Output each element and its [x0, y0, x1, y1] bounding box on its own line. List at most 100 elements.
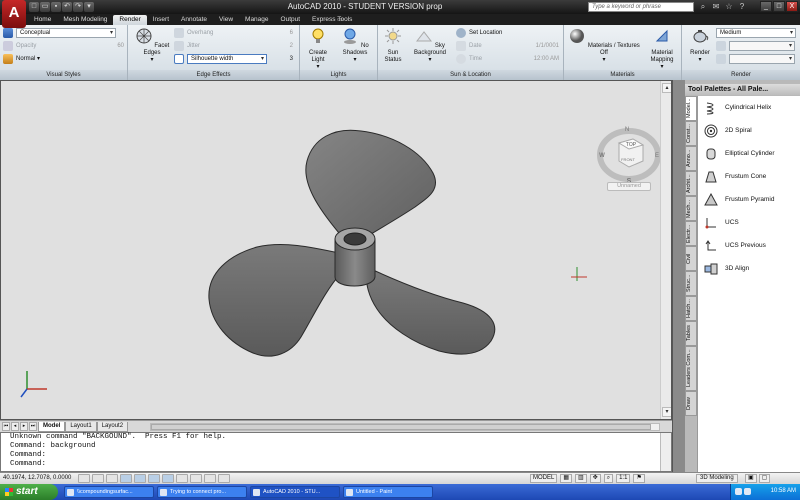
dyn-toggle-icon[interactable]	[190, 474, 202, 483]
annotation-scale-button[interactable]: 1:1	[616, 474, 631, 483]
zoom-icon[interactable]: ⌕	[603, 474, 614, 483]
panel-title[interactable]: Visual Styles	[0, 70, 127, 80]
render-window-icon[interactable]	[716, 53, 726, 64]
pan-icon[interactable]: ✥	[589, 474, 601, 483]
compass-west[interactable]: W	[599, 153, 605, 159]
create-light-button[interactable]: Create Light ▾	[302, 27, 334, 71]
3d-osnap-toggle-icon[interactable]	[148, 474, 160, 483]
workspace-switching-dropdown[interactable]: 3D Modeling	[696, 474, 738, 483]
first-layout-icon[interactable]: ⏮	[2, 422, 10, 431]
palette-tab-constraints[interactable]: Const...	[685, 121, 697, 146]
tab-render[interactable]: Render	[113, 15, 147, 25]
tool-ucs[interactable]: UCS	[698, 211, 800, 234]
tool-2d-spiral[interactable]: 2D Spiral	[698, 119, 800, 142]
panel-title[interactable]: Sun & Location	[378, 70, 563, 80]
tab-manage[interactable]: Manage	[239, 15, 275, 25]
scroll-up-icon[interactable]: ▴	[662, 83, 671, 93]
favorites-icon[interactable]: ☆	[724, 2, 734, 12]
material-mapping-button[interactable]: Material Mapping ▾	[644, 27, 680, 71]
minimize-button[interactable]: _	[760, 1, 772, 12]
osnap-toggle-icon[interactable]	[134, 474, 146, 483]
otrack-toggle-icon[interactable]	[162, 474, 174, 483]
taskbar-item-explorer[interactable]: \\compoundingsurfac...	[64, 486, 154, 498]
command-input[interactable]: Command:	[1, 460, 671, 469]
tab-insert[interactable]: Insert	[147, 15, 175, 25]
palette-tab-modeling[interactable]: Model...	[685, 96, 697, 121]
new-icon[interactable]: □	[29, 2, 39, 12]
silhouette-width-field[interactable]: Silhouette width	[187, 53, 267, 64]
sky-background-button[interactable]: Sky Background ▾	[406, 27, 454, 64]
viewcube-widget[interactable]: TOP FRONT N W E S	[597, 121, 661, 185]
drawing-viewport[interactable]: TOP FRONT N W E S Unnamed ▴ ▾	[0, 80, 672, 420]
date-value[interactable]: 1/1/0001	[536, 43, 559, 49]
lock-icon[interactable]: ▣	[745, 474, 757, 483]
polar-toggle-icon[interactable]	[120, 474, 132, 483]
start-button[interactable]: start	[0, 484, 58, 500]
search-input[interactable]: Type a keyword or phrase	[588, 2, 694, 12]
save-icon[interactable]: ▪	[51, 2, 61, 12]
panel-title[interactable]: Render	[682, 70, 800, 80]
lineweight-toggle-icon[interactable]	[204, 474, 216, 483]
tab-home[interactable]: Home	[28, 15, 57, 25]
palette-tab-annotation[interactable]: Anno...	[685, 146, 697, 171]
render-preset-field[interactable]	[729, 40, 795, 51]
palette-tab-architectural[interactable]: Archit...	[685, 171, 697, 196]
search-icon[interactable]: ⌕	[698, 2, 708, 12]
tool-elliptical-cylinder[interactable]: Elliptical Cylinder	[698, 142, 800, 165]
open-icon[interactable]: ▭	[40, 2, 50, 12]
palette-tab-civil[interactable]: Civil	[685, 246, 697, 271]
taskbar-item-autocad[interactable]: AutoCAD 2010 - STU...	[250, 486, 340, 498]
palette-tab-structural[interactable]: Struc...	[685, 271, 697, 296]
silhouette-value[interactable]: 3	[290, 56, 293, 62]
tool-frustum-pyramid[interactable]: Frustum Pyramid	[698, 188, 800, 211]
command-scrollbar[interactable]	[660, 433, 671, 471]
jitter-value[interactable]: 2	[290, 43, 293, 49]
quick-properties-toggle-icon[interactable]	[218, 474, 230, 483]
annotation-visibility-icon[interactable]: ⚑	[633, 474, 645, 483]
compass-north[interactable]: N	[625, 127, 629, 133]
tool-3d-align[interactable]: 3D Align	[698, 257, 800, 280]
scroll-thumb[interactable]	[151, 424, 651, 430]
overhang-value[interactable]: 6	[290, 30, 293, 36]
prev-layout-icon[interactable]: ◂	[11, 422, 19, 431]
clock[interactable]: 10:58 AM	[771, 488, 796, 494]
tool-cylindrical-helix[interactable]: Cylindrical Helix	[698, 96, 800, 119]
undo-icon[interactable]: ↶	[62, 2, 72, 12]
palette-tab-tables[interactable]: Tables	[685, 321, 697, 346]
tab-mesh-modeling[interactable]: Mesh Modeling	[57, 15, 113, 25]
tab-annotate[interactable]: Annotate	[175, 15, 213, 25]
render-region-icon[interactable]	[716, 40, 726, 51]
tool-ucs-previous[interactable]: UCS Previous	[698, 234, 800, 257]
render-button[interactable]: Render ▾	[686, 27, 714, 64]
coordinates-readout[interactable]: 40.1974, 12.7078, 0.0000	[3, 475, 71, 481]
viewcube-front-label[interactable]: FRONT	[621, 157, 635, 162]
layout-tab-layout2[interactable]: Layout2	[96, 422, 129, 432]
panel-title[interactable]: Edge Effects	[128, 70, 299, 80]
viewcube-top-label[interactable]: TOP	[626, 142, 637, 148]
palette-tab-leaders[interactable]: Leaders Com...	[685, 346, 697, 391]
palette-tab-mechanical[interactable]: Mech...	[685, 196, 697, 221]
propeller-model[interactable]	[1, 81, 661, 420]
clean-screen-icon[interactable]: ▢	[758, 474, 771, 483]
tab-view[interactable]: View	[213, 15, 239, 25]
application-menu-button[interactable]: A	[2, 0, 26, 28]
render-output-field[interactable]	[729, 53, 795, 64]
next-layout-icon[interactable]: ▸	[20, 422, 28, 431]
quick-view-drawings-icon[interactable]: ▥	[575, 474, 587, 483]
help-icon[interactable]: ?	[737, 2, 747, 12]
plot-icon[interactable]: ▾	[84, 2, 94, 12]
materials-textures-button[interactable]: Materials / Textures Off ▾	[568, 27, 640, 64]
volume-icon[interactable]	[744, 488, 751, 495]
network-icon[interactable]	[735, 488, 742, 495]
layout-tab-layout1[interactable]: Layout1	[65, 422, 97, 432]
tab-output[interactable]: Output	[275, 15, 307, 25]
command-line-window[interactable]: Unknown command "BACKGOUND". Press F1 fo…	[0, 432, 672, 472]
facet-edges-button[interactable]: Facet Edges ▾	[132, 27, 172, 64]
vertical-scrollbar[interactable]: ▴ ▾	[660, 81, 671, 419]
close-button[interactable]: X	[786, 1, 798, 12]
redo-icon[interactable]: ↷	[73, 2, 83, 12]
no-shadows-button[interactable]: No Shadows ▾	[334, 27, 376, 64]
tab-express-tools[interactable]: Express Tools	[306, 15, 358, 25]
last-layout-icon[interactable]: ⏭	[29, 422, 37, 431]
ducs-toggle-icon[interactable]	[176, 474, 188, 483]
